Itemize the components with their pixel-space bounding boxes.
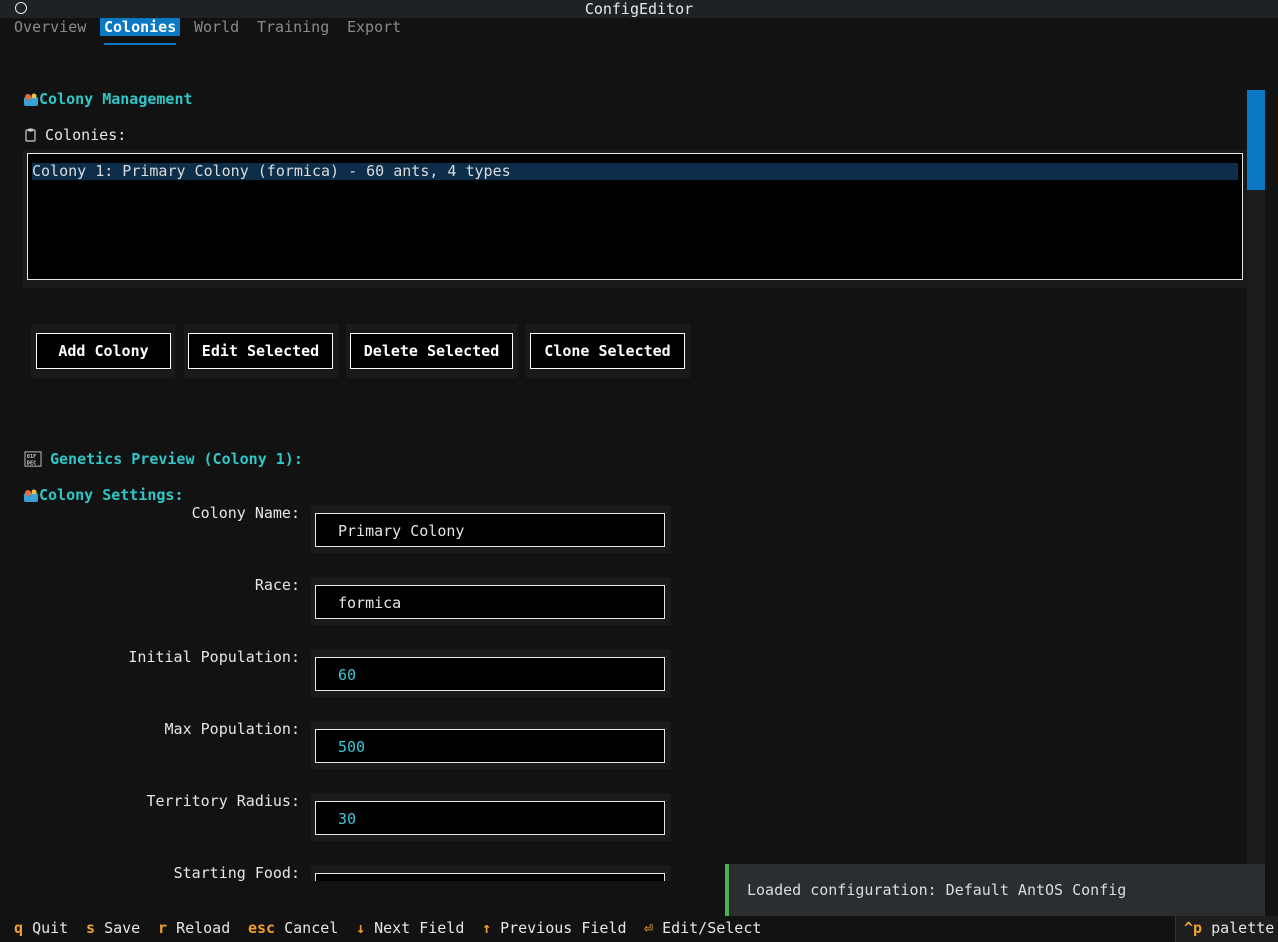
ant-colony-icon [24,93,38,106]
footer-item-cancel[interactable]: esc Cancel [248,916,338,940]
toast-notification: Loaded configuration: Default AntOS Conf… [725,864,1265,916]
colony-settings-heading: Colony Settings: [23,486,184,504]
title-bar: ConfigEditor [0,0,1278,18]
tab-colonies[interactable]: Colonies [100,18,181,36]
command-palette-button[interactable]: ^p palette [1175,916,1278,942]
tab-world[interactable]: World [190,18,243,36]
footer-item-reload[interactable]: r Reload [158,916,230,940]
delete-selected-button[interactable]: Delete Selected [350,333,513,369]
edit-selected-button-frame: Edit Selected [184,324,338,378]
footer-item-previous-field[interactable]: ↑ Previous Field [482,916,627,940]
tab-training[interactable]: Training [253,18,333,36]
window-title: ConfigEditor [584,0,694,18]
max-population-input[interactable]: 500 [315,729,665,763]
footer-item-save[interactable]: s Save [86,916,140,940]
svg-text:DEC: DEC [27,460,37,466]
add-colony-button-frame: Add Colony [31,324,175,378]
active-tab-indicator [104,43,176,45]
svg-text:01F: 01F [27,454,37,460]
list-item[interactable]: Colony 1: Primary Colony (formica) - 60 … [32,163,1238,180]
colony-settings-title: Colony Settings: [39,486,184,504]
race-field-frame: formica [311,577,671,625]
colony-name-field-frame: Primary Colony [311,505,671,553]
colony-name-label: Colony Name: [191,504,300,522]
footer-keybindings: q Quit s Save r Reload esc Cancel ↓ Next… [0,916,1278,942]
edit-selected-button[interactable]: Edit Selected [188,333,333,369]
colonies-list-label: Colonies: [23,126,126,144]
race-label: Race: [254,576,300,594]
territory-radius-field-frame: 30 [311,793,671,841]
tab-overview[interactable]: Overview [10,18,90,36]
starting-food-input[interactable] [315,873,665,881]
footer-item-next-field[interactable]: ↓ Next Field [356,916,464,940]
colony-name-input[interactable]: Primary Colony [315,513,665,547]
tab-bar: Overview Colonies World Training Export [0,18,1278,46]
footer-item-edit-select[interactable]: ⏎ Edit/Select [644,916,761,940]
tab-export[interactable]: Export [343,18,405,36]
delete-selected-button-frame: Delete Selected [346,324,518,378]
ant-colony-icon [24,489,38,502]
clone-selected-button-frame: Clone Selected [526,324,690,378]
starting-food-field-frame [311,865,671,881]
clipboard-icon [25,128,36,142]
toast-message: Loaded configuration: Default AntOS Conf… [747,881,1127,899]
max-population-field-frame: 500 [311,721,671,769]
initial-population-field-frame: 60 [311,649,671,697]
territory-radius-input[interactable]: 30 [315,801,665,835]
initial-population-input[interactable]: 60 [315,657,665,691]
genetics-preview-title: Genetics Preview (Colony 1): [50,450,303,468]
binary-data-icon: 01F DEC [24,451,42,467]
race-input[interactable]: formica [315,585,665,619]
colony-management-heading: Colony Management [23,90,193,108]
starting-food-label: Starting Food: [173,864,300,882]
max-population-label: Max Population: [164,720,300,738]
scrollbar-track[interactable] [1247,90,1265,880]
scrollbar-thumb[interactable] [1247,90,1265,190]
clone-selected-button[interactable]: Clone Selected [530,333,685,369]
palette-shortcut: ^p palette [1184,919,1275,937]
initial-population-label: Initial Population: [128,648,300,666]
colonies-label-text: Colonies: [45,126,127,144]
genetics-preview-heading: 01F DEC Genetics Preview (Colony 1): [23,450,303,468]
add-colony-button[interactable]: Add Colony [36,333,171,369]
colony-management-title: Colony Management [39,90,193,108]
territory-radius-label: Territory Radius: [146,792,300,810]
footer-item-quit[interactable]: q Quit [14,916,68,940]
